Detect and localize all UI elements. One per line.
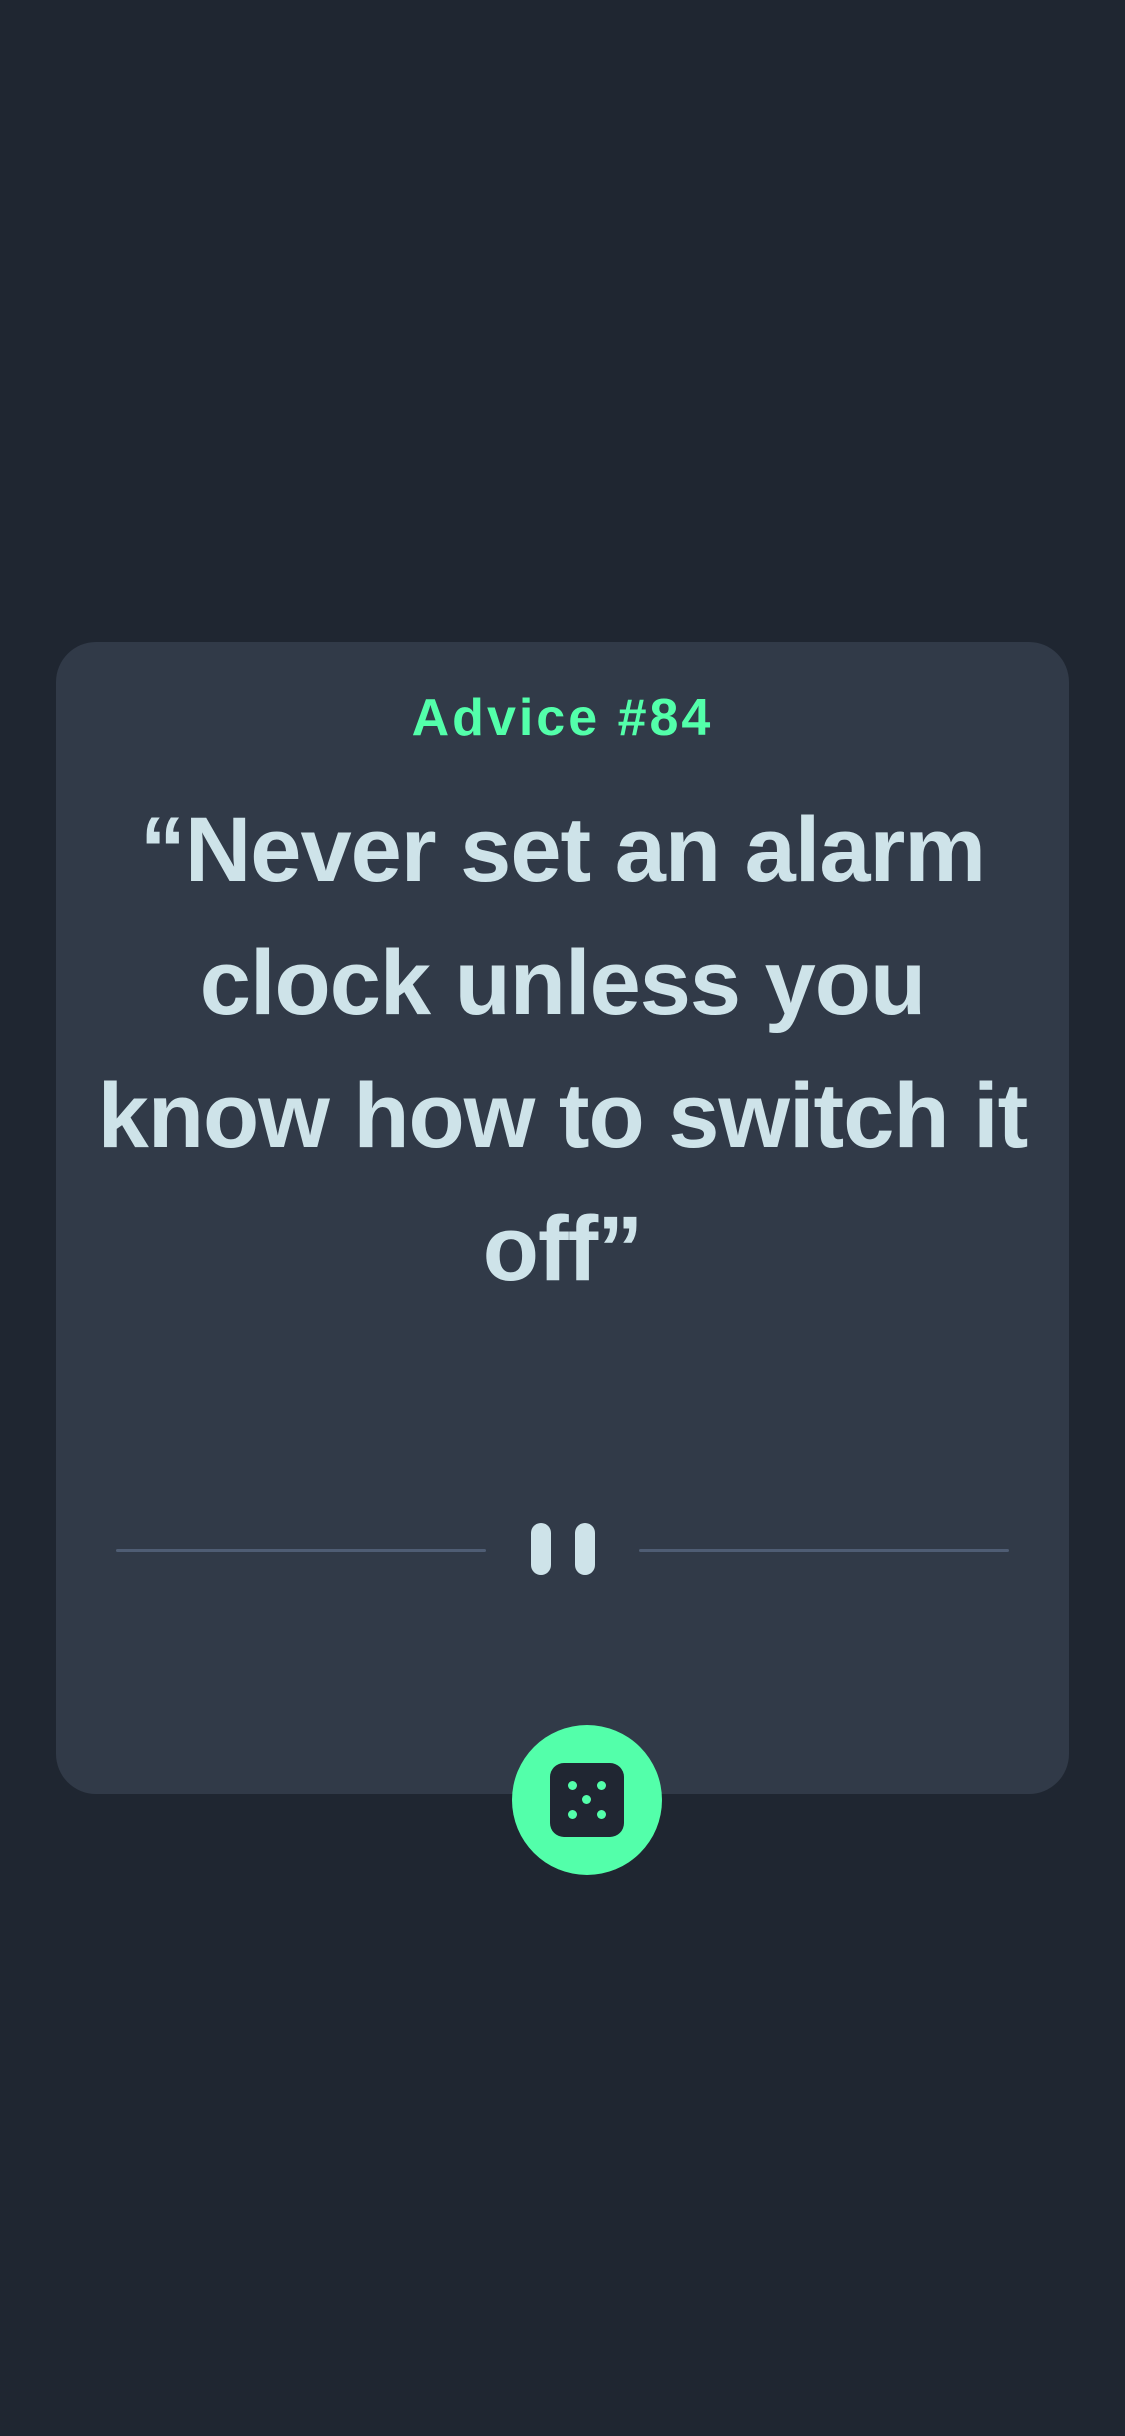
advice-quote: “Never set an alarm clock unless you kno… — [97, 799, 1029, 1300]
generate-advice-button[interactable] — [512, 1725, 662, 1875]
divider-line-left — [116, 1549, 486, 1552]
dice-icon — [550, 1763, 624, 1837]
pattern-divider — [116, 1520, 1009, 1580]
advice-card: Advice #84 “Never set an alarm clock unl… — [56, 642, 1069, 1794]
advice-title: Advice #84 — [411, 689, 714, 747]
pause-icon — [530, 1523, 595, 1575]
divider-line-right — [639, 1549, 1009, 1552]
